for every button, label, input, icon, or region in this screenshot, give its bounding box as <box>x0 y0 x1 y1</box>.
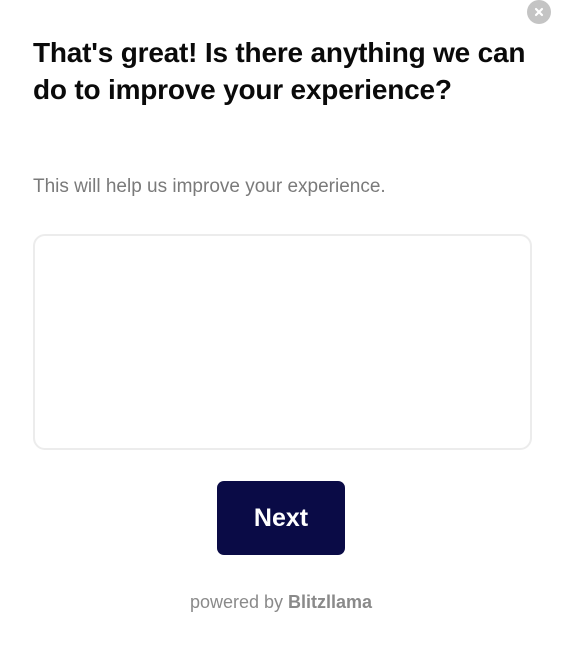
brand-name[interactable]: Blitzllama <box>288 592 372 612</box>
close-button[interactable] <box>527 0 551 24</box>
survey-subtitle: This will help us improve your experienc… <box>33 176 386 197</box>
close-icon <box>534 7 544 17</box>
next-button[interactable]: Next <box>217 481 345 555</box>
survey-question: That's great! Is there anything we can d… <box>33 37 526 105</box>
powered-by-label: powered by <box>189 592 283 612</box>
answer-textarea[interactable] <box>33 234 532 450</box>
powered-by-footer: powered by Blitzllama <box>0 590 562 614</box>
